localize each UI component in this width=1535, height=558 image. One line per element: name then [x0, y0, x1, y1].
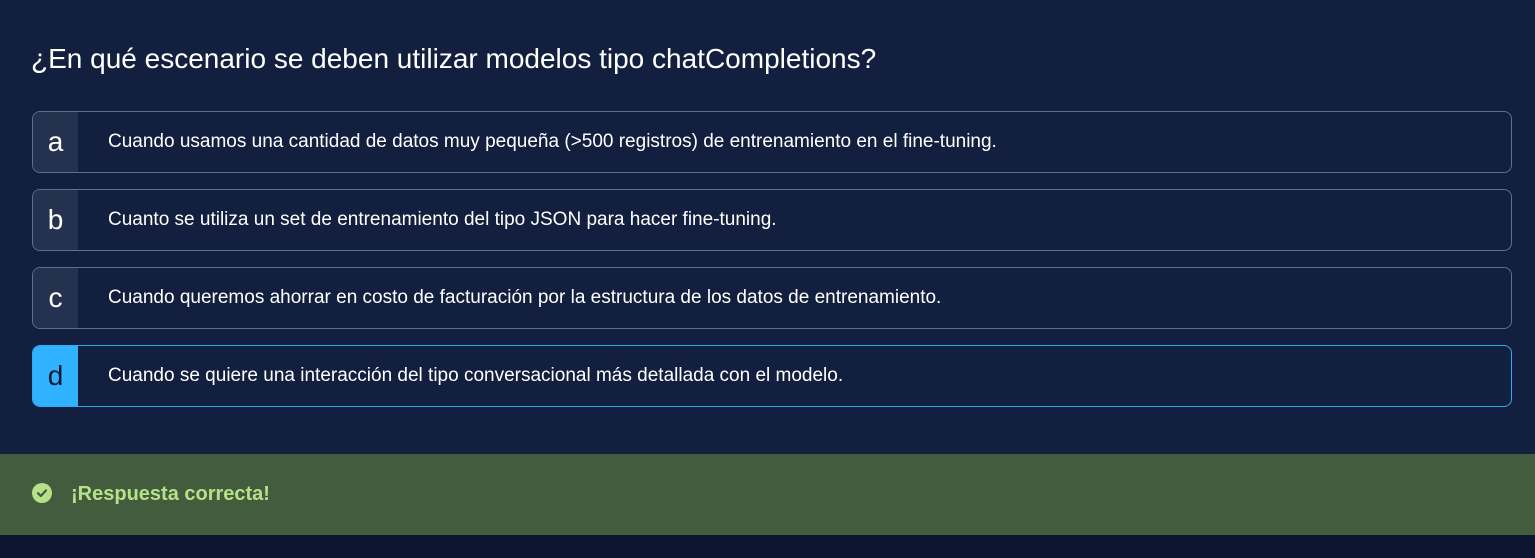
option-letter: d: [33, 346, 78, 406]
option-b[interactable]: b Cuanto se utiliza un set de entrenamie…: [32, 189, 1512, 251]
option-letter: a: [33, 112, 78, 172]
quiz-panel: ¿En qué escenario se deben utilizar mode…: [0, 0, 1535, 454]
options-list: a Cuando usamos una cantidad de datos mu…: [32, 111, 1512, 423]
question-text: ¿En qué escenario se deben utilizar mode…: [31, 43, 877, 74]
option-text: Cuando se quiere una interacción del tip…: [108, 365, 844, 386]
option-letter: c: [33, 268, 78, 328]
option-text: Cuando queremos ahorrar en costo de fact…: [108, 287, 942, 308]
option-text: Cuanto se utiliza un set de entrenamient…: [108, 209, 777, 230]
option-text: Cuando usamos una cantidad de datos muy …: [108, 131, 997, 152]
option-d[interactable]: d Cuando se quiere una interacción del t…: [32, 345, 1512, 407]
option-letter: b: [33, 190, 78, 250]
check-circle-icon: [32, 483, 52, 503]
option-c[interactable]: c Cuando queremos ahorrar en costo de fa…: [32, 267, 1512, 329]
feedback-banner: ¡Respuesta correcta!: [0, 454, 1535, 535]
feedback-message: ¡Respuesta correcta!: [71, 483, 270, 505]
option-a[interactable]: a Cuando usamos una cantidad de datos mu…: [32, 111, 1512, 173]
